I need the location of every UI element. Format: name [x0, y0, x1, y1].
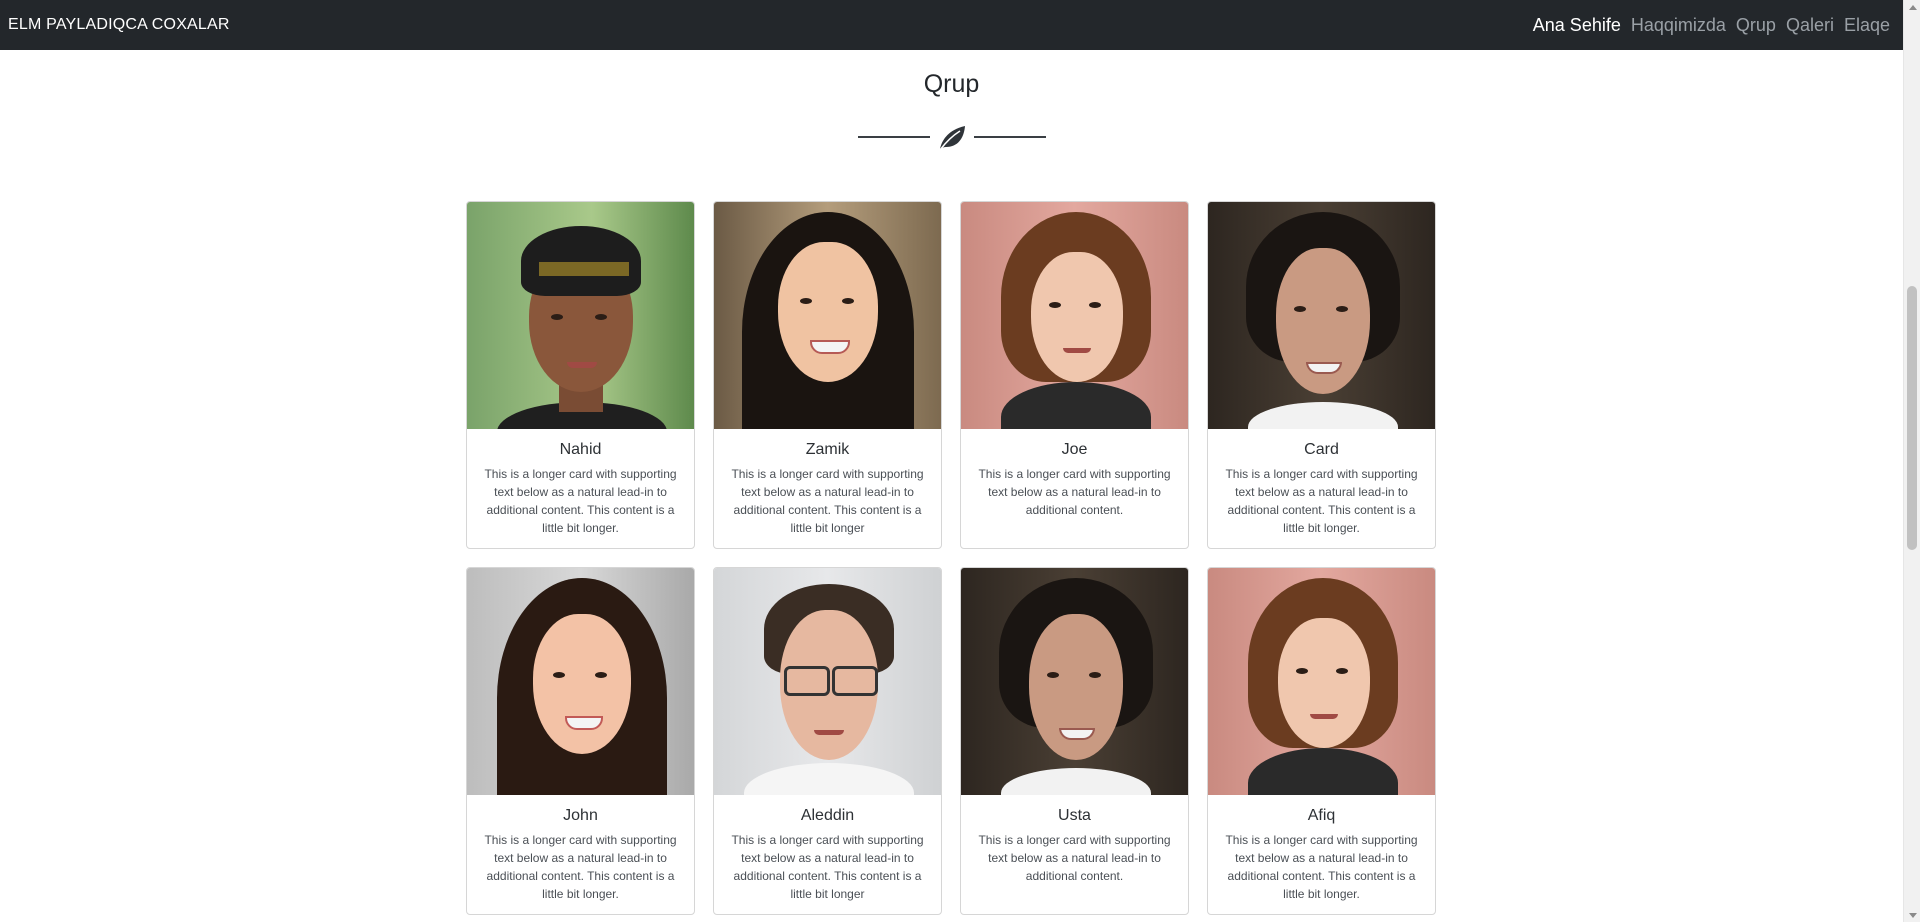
top-navbar: ELM PAYLADIQCA COXALAR Ana Sehife Haqqim…	[0, 0, 1903, 50]
nav-link-qaleri[interactable]: Qaleri	[1781, 15, 1839, 36]
card-title: Nahid	[559, 441, 602, 458]
scrollbar-thumb[interactable]	[1907, 286, 1917, 550]
divider-line-left	[858, 136, 930, 138]
nav-link-ana-sehife[interactable]: Ana Sehife	[1528, 15, 1626, 36]
nav-links: Ana Sehife Haqqimizda Qrup Qaleri Elaqe	[1528, 15, 1895, 36]
nav-link-qrup[interactable]: Qrup	[1731, 15, 1781, 36]
card-text: This is a longer card with supporting te…	[484, 833, 677, 901]
card-title: Afiq	[1307, 807, 1336, 824]
leaf-icon	[939, 126, 965, 151]
card-text: This is a longer card with supporting te…	[731, 833, 924, 901]
team-card[interactable]: John This is a longer card with supporti…	[466, 567, 695, 915]
team-card[interactable]: Usta This is a longer card with supporti…	[960, 567, 1189, 915]
member-photo	[467, 202, 694, 429]
member-photo	[1208, 568, 1435, 795]
card-title: John	[563, 807, 598, 824]
card-text: This is a longer card with supporting te…	[484, 467, 677, 535]
card-title: Aleddin	[800, 807, 855, 824]
card-title: Zamik	[805, 441, 850, 458]
card-text: This is a longer card with supporting te…	[978, 833, 1171, 883]
card-title: Joe	[1061, 441, 1088, 458]
team-card[interactable]: Zamik This is a longer card with support…	[713, 201, 942, 549]
card-title: Usta	[1058, 807, 1091, 824]
team-card[interactable]: Nahid This is a longer card with support…	[466, 201, 695, 549]
scroll-up-arrow-icon[interactable]	[1904, 0, 1920, 14]
scroll-down-arrow-icon[interactable]	[1904, 908, 1920, 922]
divider-line-right	[974, 136, 1046, 138]
member-photo	[714, 568, 941, 795]
card-text: This is a longer card with supporting te…	[1225, 467, 1418, 535]
member-photo	[961, 202, 1188, 429]
section-divider	[858, 122, 1046, 152]
section-title: Qrup	[923, 70, 980, 98]
team-card[interactable]: Joe This is a longer card with supportin…	[960, 201, 1189, 549]
brand-title[interactable]: ELM PAYLADIQCA COXALAR	[8, 16, 230, 34]
nav-link-haqqimizda[interactable]: Haqqimizda	[1626, 15, 1731, 36]
card-text: This is a longer card with supporting te…	[978, 467, 1171, 517]
team-card[interactable]: Card This is a longer card with supporti…	[1207, 201, 1436, 549]
member-photo	[467, 568, 694, 795]
member-photo	[1208, 202, 1435, 429]
card-text: This is a longer card with supporting te…	[731, 467, 924, 535]
page-scrollbar[interactable]	[1903, 0, 1920, 922]
team-card[interactable]: Aleddin This is a longer card with suppo…	[713, 567, 942, 915]
member-photo	[961, 568, 1188, 795]
card-title: Card	[1304, 441, 1339, 458]
team-card-grid: Nahid This is a longer card with support…	[466, 201, 1438, 915]
team-card[interactable]: Afiq This is a longer card with supporti…	[1207, 567, 1436, 915]
member-photo	[714, 202, 941, 429]
nav-link-elaqe[interactable]: Elaqe	[1839, 15, 1895, 36]
card-text: This is a longer card with supporting te…	[1225, 833, 1418, 901]
